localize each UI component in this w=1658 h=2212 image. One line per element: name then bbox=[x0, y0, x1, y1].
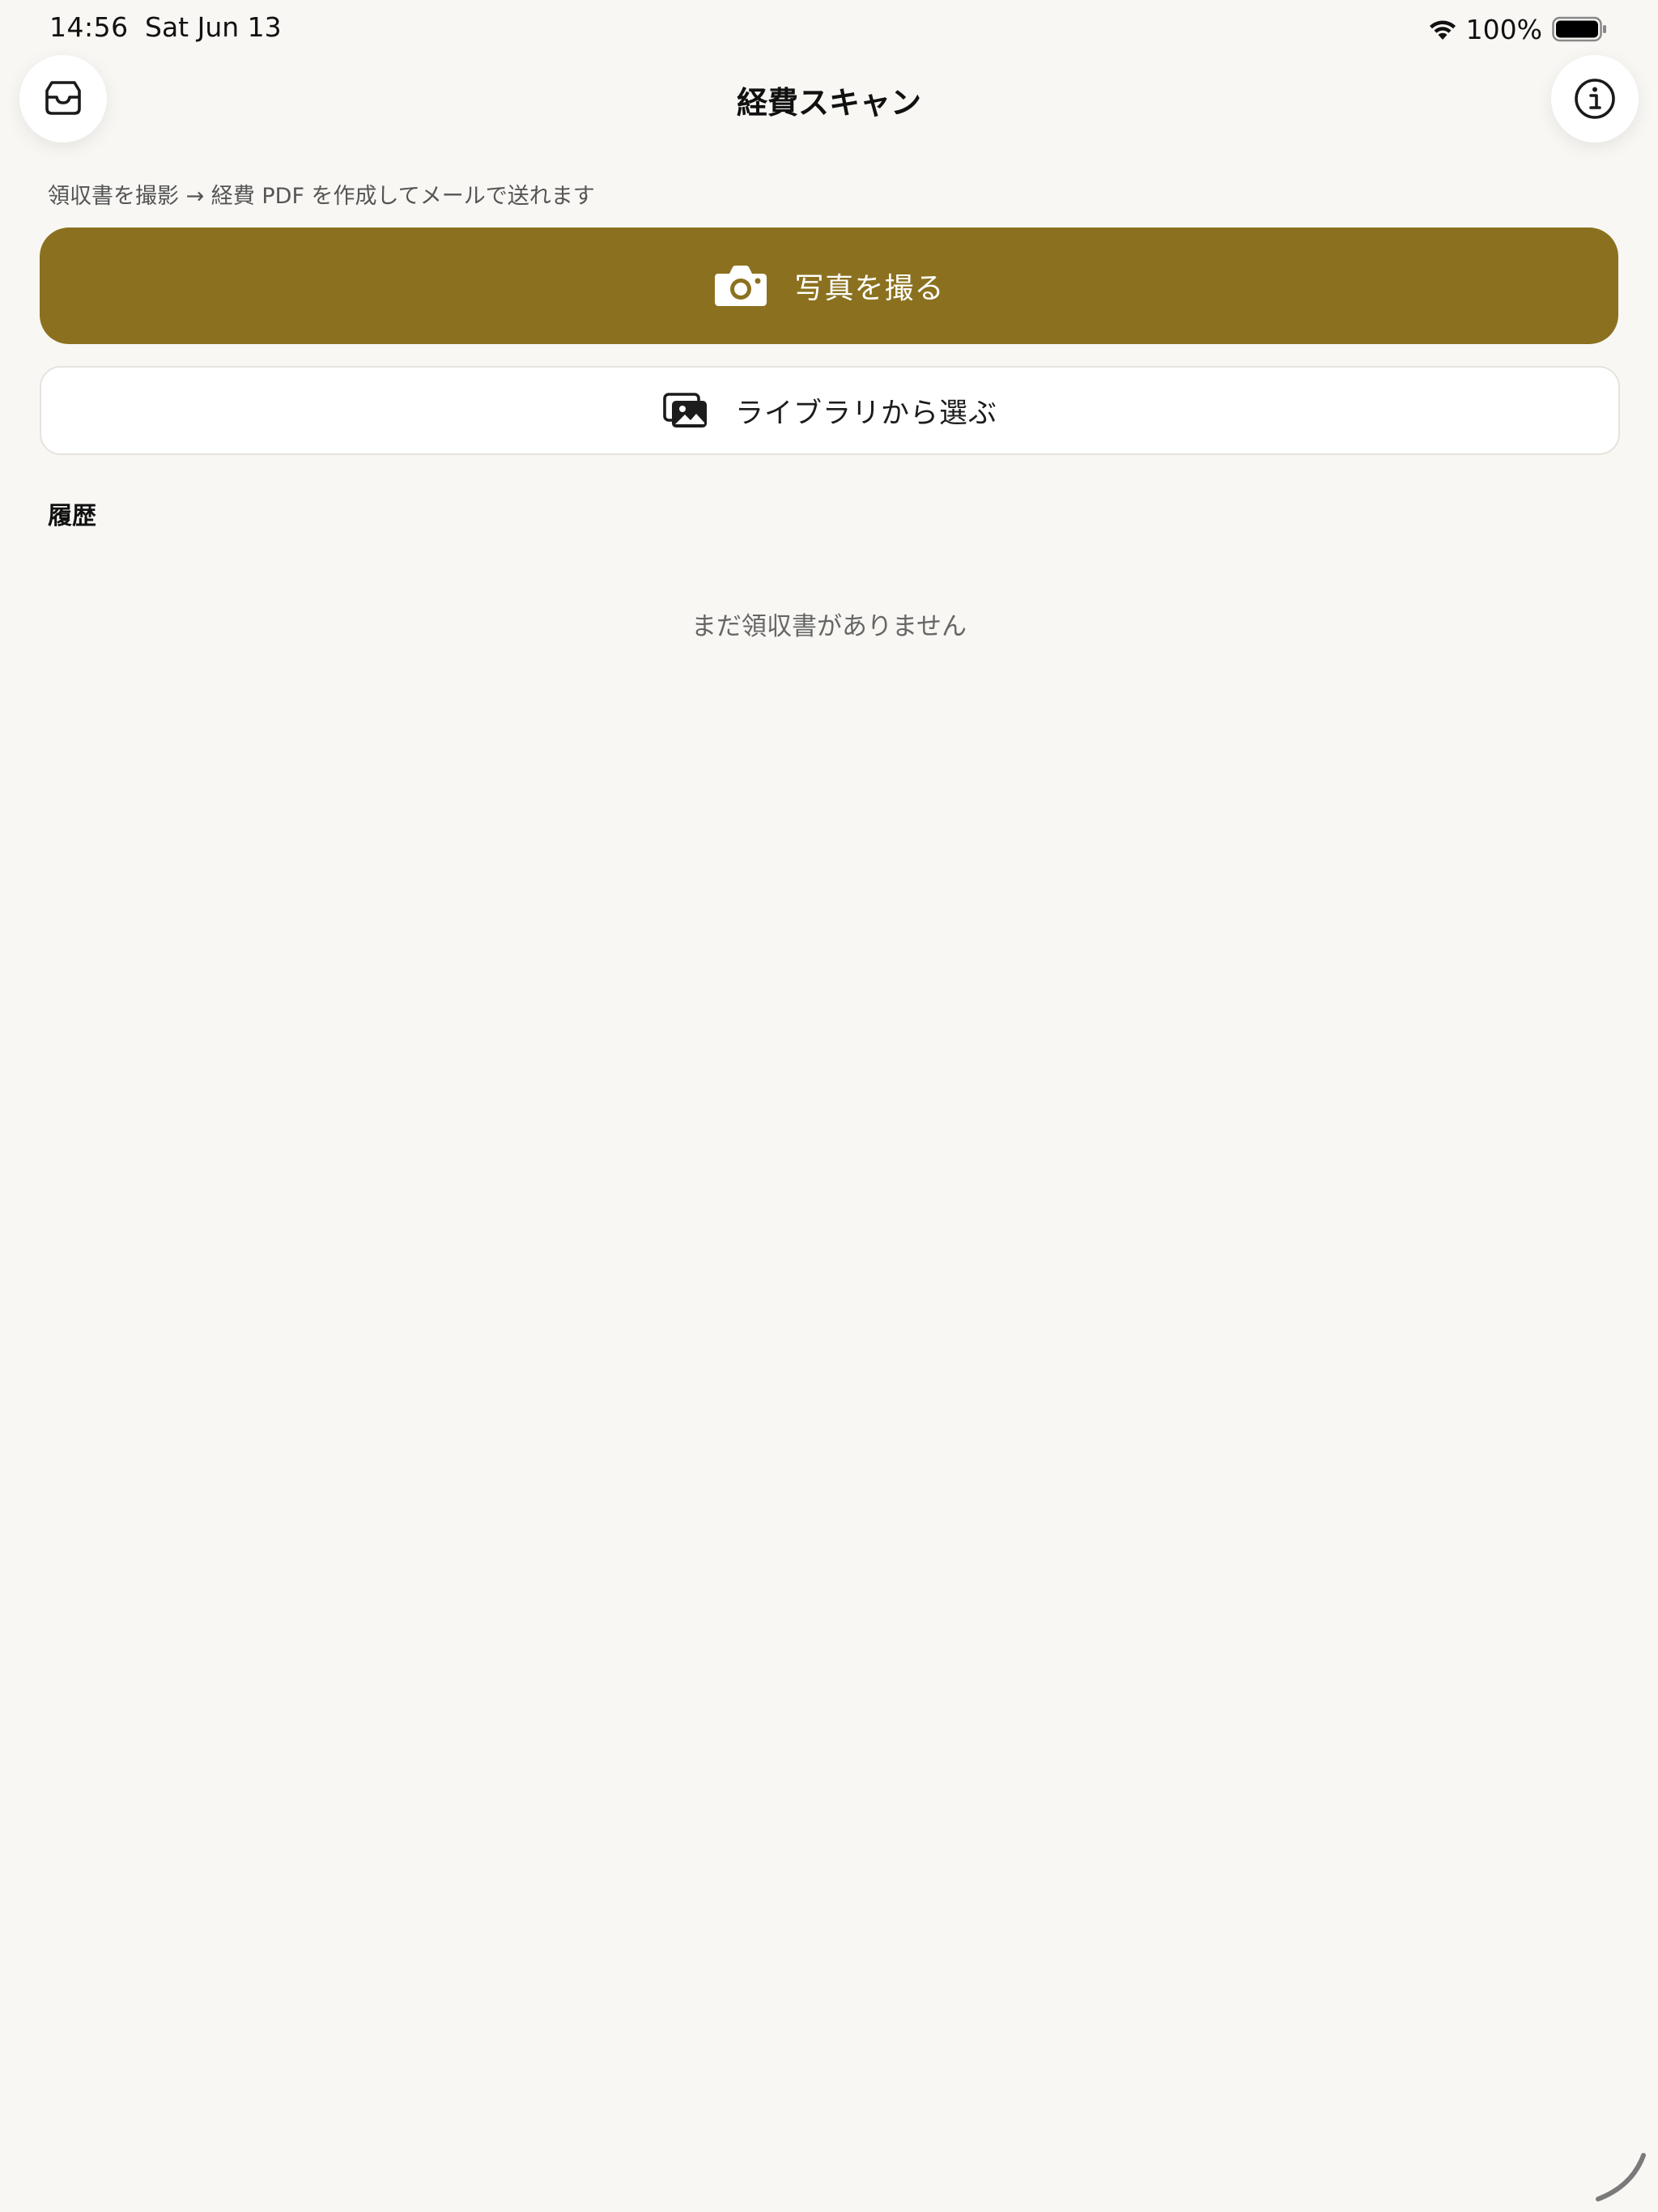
status-time: 14:56 bbox=[49, 11, 129, 43]
history-section-header: 履歴 bbox=[48, 502, 96, 530]
choose-from-library-button[interactable]: ライブラリから選ぶ bbox=[40, 366, 1620, 455]
subtitle-text: 領収書を撮影 → 経費 PDF を作成してメールで送れます bbox=[48, 184, 595, 209]
status-bar: 14:56 Sat Jun 13 100% bbox=[0, 0, 1658, 58]
page-title: 経費スキャン bbox=[736, 85, 921, 121]
info-button[interactable] bbox=[1551, 55, 1639, 143]
battery-percentage: 100% bbox=[1465, 13, 1542, 45]
empty-history-message: まだ領収書がありません bbox=[691, 612, 967, 641]
choose-from-library-label: ライブラリから選ぶ bbox=[734, 397, 997, 430]
wifi-icon bbox=[1429, 20, 1456, 40]
status-date: Sat Jun 13 bbox=[145, 11, 282, 43]
scroll-indicator-icon bbox=[1596, 2153, 1646, 2201]
status-indicators: 100% bbox=[1427, 11, 1607, 47]
info-icon bbox=[1575, 79, 1615, 119]
take-photo-label: 写真を撮る bbox=[794, 272, 945, 305]
photo-library-icon bbox=[663, 393, 707, 428]
battery-icon bbox=[1552, 16, 1606, 42]
take-photo-button[interactable]: 写真を撮る bbox=[40, 228, 1618, 344]
camera-icon bbox=[715, 266, 767, 306]
